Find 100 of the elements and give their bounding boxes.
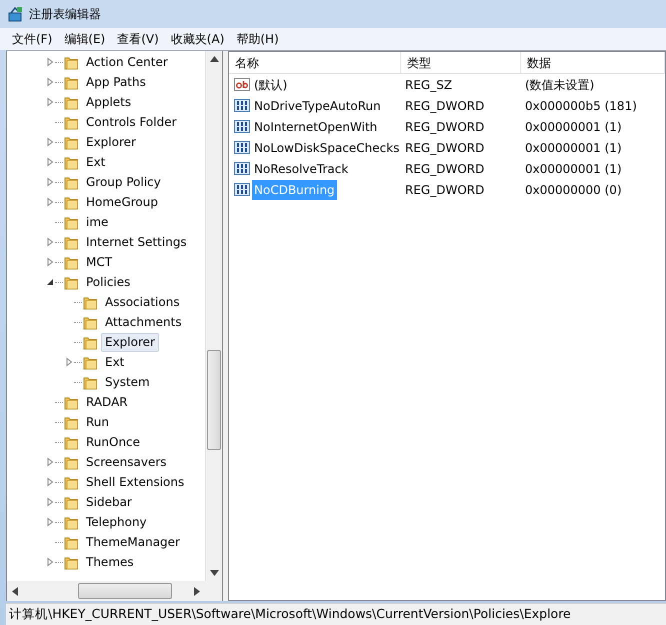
registry-icon <box>8 6 24 22</box>
value-type: REG_DWORD <box>404 182 486 198</box>
value-data: 0x00000001 (1) <box>524 160 622 178</box>
folder-icon <box>83 354 98 370</box>
value-name[interactable]: NoDriveTypeAutoRun <box>252 96 383 116</box>
scroll-down-arrow-icon[interactable] <box>210 570 218 576</box>
folder-icon <box>64 254 79 270</box>
folder-icon <box>83 294 98 310</box>
folder-icon <box>64 514 79 530</box>
column-header[interactable]: 数据 <box>521 52 665 73</box>
expand-arrow-icon[interactable] <box>45 177 55 187</box>
tree-item[interactable]: Ext <box>101 352 128 372</box>
expand-arrow-icon[interactable] <box>45 157 55 167</box>
folder-icon <box>64 534 79 550</box>
expand-arrow-icon[interactable] <box>45 77 55 87</box>
tree-item[interactable]: RADAR <box>82 392 132 412</box>
tree-item[interactable]: Policies <box>82 272 134 292</box>
menu-item[interactable]: 帮助(H) <box>230 29 285 49</box>
folder-icon <box>83 314 98 330</box>
folder-icon <box>64 234 79 250</box>
tree-item[interactable]: Shell Extensions <box>82 472 188 492</box>
expand-arrow-icon[interactable] <box>45 97 55 107</box>
tree-item[interactable]: HomeGroup <box>82 192 162 212</box>
column-header[interactable]: 名称 <box>229 52 401 73</box>
expand-arrow-icon[interactable] <box>45 457 55 467</box>
tree-item[interactable]: Controls Folder <box>82 112 181 132</box>
tree-item[interactable]: App Paths <box>82 72 150 92</box>
value-data: (数值未设置) <box>524 76 594 94</box>
folder-icon <box>64 174 79 190</box>
expand-arrow-icon[interactable] <box>45 197 55 207</box>
horizontal-scrollbar[interactable] <box>7 581 222 601</box>
tree-item[interactable]: Sidebar <box>82 492 136 512</box>
tree-item[interactable]: Telephony <box>82 512 151 532</box>
tree-item[interactable]: System <box>101 372 154 392</box>
tree-item[interactable]: Themes <box>82 552 138 572</box>
menu-item[interactable]: 查看(V) <box>111 29 165 49</box>
folder-icon <box>64 134 79 150</box>
tree-item[interactable]: ime <box>82 212 112 232</box>
string-value-icon <box>234 77 250 92</box>
value-type: REG_DWORD <box>404 118 486 136</box>
expand-arrow-icon[interactable] <box>64 357 74 367</box>
menu-item[interactable]: 文件(F) <box>6 29 58 49</box>
tree-item[interactable]: Action Center <box>82 52 172 72</box>
vertical-scrollbar[interactable] <box>205 51 222 581</box>
value-name[interactable]: NoResolveTrack <box>252 158 350 178</box>
tree-item[interactable]: Group Policy <box>82 172 165 192</box>
window-title: 注册表编辑器 <box>29 6 101 23</box>
tree-item[interactable]: Explorer <box>101 332 159 352</box>
tree-item[interactable]: ThemeManager <box>82 532 184 552</box>
scroll-right-arrow-icon[interactable] <box>194 586 200 596</box>
expand-arrow-icon[interactable] <box>45 517 55 527</box>
tree-item[interactable]: Applets <box>82 92 136 112</box>
expand-arrow-icon[interactable] <box>45 257 55 267</box>
folder-icon <box>64 434 79 450</box>
value-type: REG_DWORD <box>404 98 486 114</box>
folder-icon <box>64 154 79 170</box>
scrollbar-thumb[interactable] <box>78 583 172 599</box>
folder-icon <box>64 274 79 290</box>
folder-icon <box>64 114 79 130</box>
folder-icon <box>64 54 79 70</box>
expand-arrow-icon[interactable] <box>45 557 55 567</box>
folder-icon <box>64 414 79 430</box>
scrollbar-thumb[interactable] <box>207 350 221 450</box>
expand-arrow-icon[interactable] <box>45 137 55 147</box>
value-data: 0x00000000 (0) <box>524 182 622 198</box>
value-name[interactable]: NoLowDiskSpaceChecks <box>252 138 402 158</box>
value-data: 0x000000b5 (181) <box>524 98 637 114</box>
expand-arrow-icon[interactable] <box>45 477 55 487</box>
menu-item[interactable]: 编辑(E) <box>58 29 112 49</box>
binary-value-icon <box>234 182 250 197</box>
tree-item[interactable]: Screensavers <box>82 452 171 472</box>
folder-icon <box>64 394 79 410</box>
collapse-arrow-icon[interactable] <box>45 277 55 287</box>
expand-arrow-icon[interactable] <box>45 57 55 67</box>
folder-icon <box>83 334 98 350</box>
value-name[interactable]: (默认) <box>252 74 290 94</box>
tree-item[interactable]: Internet Settings <box>82 232 191 252</box>
binary-value-icon <box>234 140 250 155</box>
expand-arrow-icon[interactable] <box>45 497 55 507</box>
binary-value-icon <box>234 119 250 134</box>
column-header[interactable]: 类型 <box>401 52 521 73</box>
folder-icon <box>64 94 79 110</box>
tree-item[interactable]: Ext <box>82 152 110 172</box>
value-name[interactable]: NoInternetOpenWith <box>252 116 380 136</box>
menu-item[interactable]: 收藏夹(A) <box>164 29 230 49</box>
folder-icon <box>64 474 79 490</box>
scroll-left-arrow-icon[interactable] <box>12 586 18 596</box>
folder-icon <box>64 74 79 90</box>
expand-arrow-icon[interactable] <box>45 237 55 247</box>
scroll-up-arrow-icon[interactable] <box>210 56 218 62</box>
value-type: REG_DWORD <box>404 160 486 178</box>
folder-icon <box>64 554 79 570</box>
folder-icon <box>64 194 79 210</box>
tree-item[interactable]: Run <box>82 412 114 432</box>
tree-item[interactable]: Explorer <box>82 132 140 152</box>
tree-item[interactable]: Associations <box>101 292 184 312</box>
binary-value-icon <box>234 161 250 176</box>
tree-item[interactable]: Attachments <box>101 312 186 332</box>
tree-item[interactable]: RunOnce <box>82 432 144 452</box>
tree-item[interactable]: MCT <box>82 252 116 272</box>
